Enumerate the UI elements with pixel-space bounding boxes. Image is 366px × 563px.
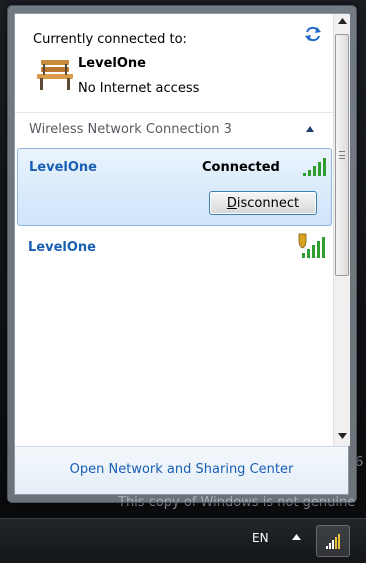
network-item-selected[interactable]: LevelOne Connected Disconnect — [17, 148, 332, 226]
flyout-footer: Open Network and Sharing Center — [15, 446, 348, 494]
open-network-sharing-center-link[interactable]: Open Network and Sharing Center — [15, 462, 348, 477]
network-item-name: LevelOne — [28, 240, 96, 255]
collapse-chevron-icon[interactable] — [303, 122, 317, 136]
disconnect-button-label: isconnect — [236, 195, 300, 211]
connected-network-name: LevelOne — [78, 56, 146, 71]
network-item-status: Connected — [202, 160, 280, 175]
scrollbar-grip — [339, 151, 345, 159]
signal-bars-icon — [302, 157, 328, 177]
disconnect-button[interactable]: Disconnect — [209, 191, 317, 215]
scroll-up-arrow-icon[interactable] — [334, 14, 351, 31]
taskbar: EN — [0, 518, 366, 563]
connected-network-status: No Internet access — [78, 81, 200, 96]
park-bench-icon — [35, 56, 75, 92]
show-hidden-icons-chevron-icon[interactable] — [292, 533, 301, 543]
tray-network-icon[interactable] — [316, 525, 350, 557]
scroll-down-arrow-icon[interactable] — [334, 429, 351, 446]
language-indicator[interactable]: EN — [252, 531, 269, 545]
network-flyout-panel: Currently connected to: LevelOne No Inte… — [14, 13, 350, 495]
network-item[interactable]: LevelOne — [17, 230, 332, 264]
security-shield-icon — [297, 233, 327, 259]
refresh-arrows-icon[interactable] — [304, 26, 322, 42]
section-divider — [15, 112, 333, 113]
vertical-scrollbar[interactable] — [333, 14, 350, 446]
section-header-label: Wireless Network Connection 3 — [29, 122, 232, 137]
disconnect-button-mnemonic: D — [226, 195, 237, 211]
network-item-name: LevelOne — [29, 160, 97, 175]
connected-title: Currently connected to: — [33, 32, 187, 47]
scrollbar-thumb[interactable] — [335, 34, 349, 276]
